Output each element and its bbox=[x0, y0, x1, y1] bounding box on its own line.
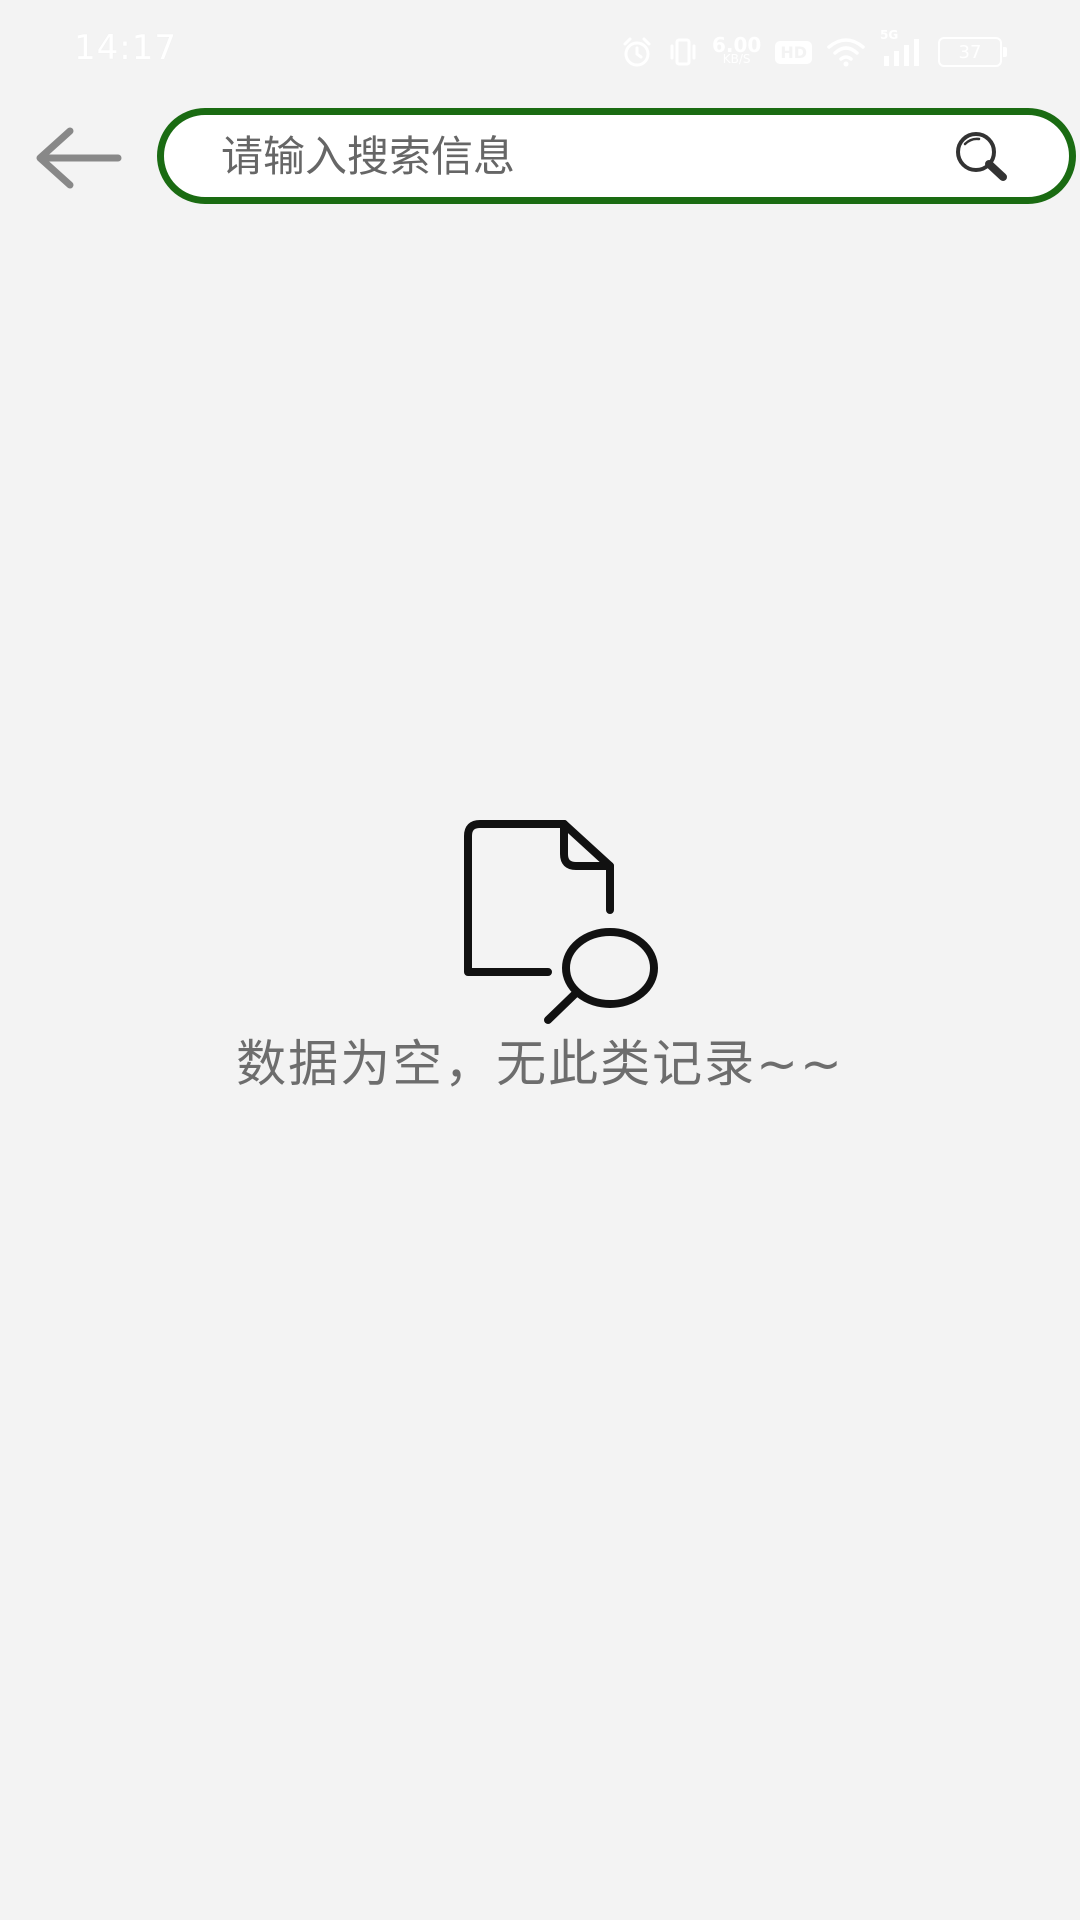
search-button[interactable] bbox=[937, 116, 1027, 196]
magnifier-icon bbox=[956, 132, 1007, 181]
search-box bbox=[157, 108, 1076, 204]
vibrate-icon bbox=[668, 36, 698, 68]
alarm-icon bbox=[620, 35, 654, 69]
battery-level: 37 bbox=[958, 41, 982, 63]
wifi-icon bbox=[826, 36, 866, 68]
network-speed: 6.00 KB/S bbox=[711, 33, 762, 66]
empty-state: 数据为空，无此类记录~~ bbox=[0, 820, 1080, 1096]
network-speed-unit: KB/S bbox=[722, 52, 751, 66]
document-search-icon bbox=[464, 820, 658, 1024]
back-button[interactable] bbox=[28, 118, 128, 198]
cellular-signal-icon: 5G bbox=[880, 28, 924, 68]
battery-indicator: 37 bbox=[938, 37, 1007, 67]
empty-message: 数据为空，无此类记录~~ bbox=[236, 1035, 844, 1093]
arrow-left-icon bbox=[36, 127, 122, 189]
search-input[interactable] bbox=[219, 130, 937, 182]
status-bar: 14:17 6.00 KB/S HD 5G 37 bbox=[0, 0, 1080, 100]
status-time: 14:17 bbox=[74, 28, 177, 68]
hd-badge: HD bbox=[775, 40, 812, 64]
network-type-label: 5G bbox=[880, 28, 899, 42]
status-icons: 6.00 KB/S HD 5G 37 bbox=[620, 28, 1007, 72]
network-speed-value: 6.00 bbox=[711, 33, 762, 57]
